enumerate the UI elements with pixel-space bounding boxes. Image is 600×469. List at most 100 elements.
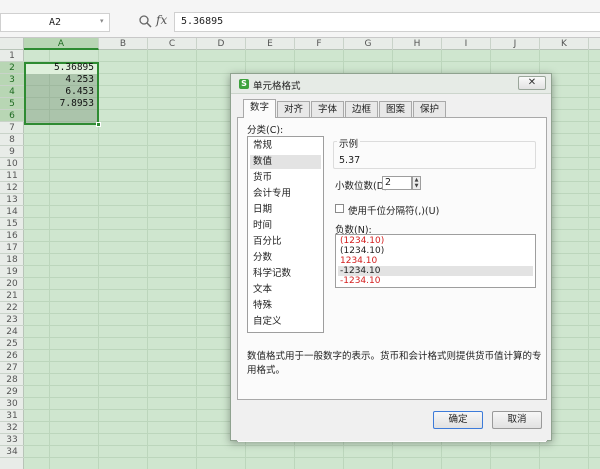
column-header-g[interactable]: G (344, 38, 393, 50)
column-header-d[interactable]: D (197, 38, 246, 50)
cell-a3[interactable]: 4.253 (26, 74, 96, 86)
zoom-icon[interactable] (138, 14, 152, 28)
category-item[interactable]: 特殊 (250, 299, 321, 313)
row-header-30[interactable]: 30 (0, 398, 24, 410)
row-header-29[interactable]: 29 (0, 386, 24, 398)
column-header-i[interactable]: I (442, 38, 491, 50)
cancel-button[interactable]: 取消 (492, 411, 542, 429)
column-header-f[interactable]: F (295, 38, 344, 50)
row-header-13[interactable]: 13 (0, 194, 24, 206)
tab-6[interactable]: 保护 (413, 101, 446, 117)
row-header-11[interactable]: 11 (0, 170, 24, 182)
name-box[interactable]: A2 (0, 13, 110, 32)
row-header-28[interactable]: 28 (0, 374, 24, 386)
select-all-corner[interactable] (0, 38, 24, 50)
column-header-k[interactable]: K (540, 38, 589, 50)
category-item[interactable]: 文本 (250, 283, 321, 297)
tab-1[interactable]: 数字 (243, 99, 276, 118)
row-header-4[interactable]: 4 (0, 86, 24, 98)
row-header-34[interactable]: 34 (0, 446, 24, 458)
category-item[interactable]: 数值 (250, 155, 321, 169)
row-header-25[interactable]: 25 (0, 338, 24, 350)
row-header-24[interactable]: 24 (0, 326, 24, 338)
category-item[interactable]: 自定义 (250, 315, 321, 329)
cell-a2[interactable]: 5.36895 (26, 62, 96, 74)
column-header-c[interactable]: C (148, 38, 197, 50)
fx-icon[interactable]: fx (156, 13, 167, 27)
row-header-6[interactable]: 6 (0, 110, 24, 122)
row-header-21[interactable]: 21 (0, 290, 24, 302)
row-header-7[interactable]: 7 (0, 122, 24, 134)
row-header-3[interactable]: 3 (0, 74, 24, 86)
row-header-bar: 1 2 3 4 5 6 7 8 9 10 11 12 13 14 15 16 17 18 19 20 21 22 23 24 2… (0, 50, 24, 469)
app-s-icon: S (239, 79, 249, 89)
row-header-17[interactable]: 17 (0, 242, 24, 254)
category-item[interactable]: 会计专用 (250, 187, 321, 201)
column-header-h[interactable]: H (393, 38, 442, 50)
row-header-22[interactable]: 22 (0, 302, 24, 314)
negative-format-item[interactable]: -1234.10 (338, 266, 533, 276)
negative-format-item[interactable]: -1234.10 (338, 276, 533, 286)
row-header-15[interactable]: 15 (0, 218, 24, 230)
negative-format-item[interactable]: (1234.10) (338, 246, 533, 256)
row-header-2[interactable]: 2 (0, 62, 24, 74)
close-icon: ✕ (527, 77, 537, 88)
ok-button[interactable]: 确定 (433, 411, 483, 429)
row-header-26[interactable]: 26 (0, 350, 24, 362)
decimal-places-input[interactable]: 2 (382, 176, 412, 190)
cell-a5[interactable]: 7.8953 (26, 98, 96, 110)
dialog-title: 单元格格式 (253, 81, 301, 92)
column-header-bar: ABCDEFGHIJK (0, 38, 600, 50)
row-header-23[interactable]: 23 (0, 314, 24, 326)
tab-3[interactable]: 字体 (311, 101, 344, 117)
thousands-separator-label[interactable]: 使用千位分隔符(,)(U) (348, 203, 439, 217)
name-box-dropdown-icon[interactable]: ▾ (100, 17, 104, 25)
row-header-16[interactable]: 16 (0, 230, 24, 242)
sample-value: 5.37 (339, 155, 361, 166)
row-header-27[interactable]: 27 (0, 362, 24, 374)
negative-format-item[interactable]: 1234.10 (338, 256, 533, 266)
cell-a4[interactable]: 6.453 (26, 86, 96, 98)
row-header-33[interactable]: 33 (0, 434, 24, 446)
decimal-places-stepper[interactable]: ▲ ▼ (412, 176, 421, 190)
format-description: 数值格式用于一般数字的表示。货币和会计格式则提供货币值计算的专用格式。 (247, 351, 542, 376)
row-header-12[interactable]: 12 (0, 182, 24, 194)
row-header-8[interactable]: 8 (0, 134, 24, 146)
close-button[interactable]: ✕ (518, 76, 546, 90)
category-item[interactable]: 科学记数 (250, 267, 321, 281)
tab-5[interactable]: 图案 (379, 101, 412, 117)
negative-numbers-list[interactable]: (1234.10) (1234.10) 1234.10 -1234.10 -1234.1… (335, 234, 536, 288)
row-header-31[interactable]: 31 (0, 410, 24, 422)
tab-4[interactable]: 边框 (345, 101, 378, 117)
stepper-down-icon[interactable]: ▼ (413, 183, 420, 189)
negative-format-item[interactable]: (1234.10) (338, 236, 533, 246)
sample-label: 示例 (337, 136, 361, 150)
row-header-10[interactable]: 10 (0, 158, 24, 170)
column-header-e[interactable]: E (246, 38, 295, 50)
row-header-19[interactable]: 19 (0, 266, 24, 278)
category-item[interactable]: 分数 (250, 251, 321, 265)
tab-2[interactable]: 对齐 (277, 101, 310, 117)
category-item[interactable]: 日期 (250, 203, 321, 217)
category-item[interactable]: 时间 (250, 219, 321, 233)
row-header-5[interactable]: 5 (0, 98, 24, 110)
row-header-32[interactable]: 32 (0, 422, 24, 434)
category-item[interactable]: 百分比 (250, 235, 321, 249)
formula-input[interactable]: 5.36895 (174, 12, 600, 32)
category-list[interactable]: 常规数值货币会计专用日期时间百分比分数科学记数文本特殊自定义 (247, 136, 324, 333)
fill-handle[interactable] (96, 122, 101, 127)
column-header-j[interactable]: J (491, 38, 540, 50)
row-header-18[interactable]: 18 (0, 254, 24, 266)
thousands-separator-checkbox[interactable] (335, 204, 344, 213)
sample-group (333, 141, 536, 169)
row-header-9[interactable]: 9 (0, 146, 24, 158)
category-item[interactable]: 常规 (250, 139, 321, 153)
row-header-14[interactable]: 14 (0, 206, 24, 218)
category-label: 分类(C): (247, 125, 284, 136)
category-item[interactable]: 货币 (250, 171, 321, 185)
column-header-a[interactable]: A (24, 38, 99, 50)
format-cells-dialog: S 单元格格式 ✕ 分类(C): 常规数值货币会计专用日期时间百分比分数科学记数… (230, 73, 552, 442)
column-header-b[interactable]: B (99, 38, 148, 50)
row-header-20[interactable]: 20 (0, 278, 24, 290)
row-header-1[interactable]: 1 (0, 50, 24, 62)
